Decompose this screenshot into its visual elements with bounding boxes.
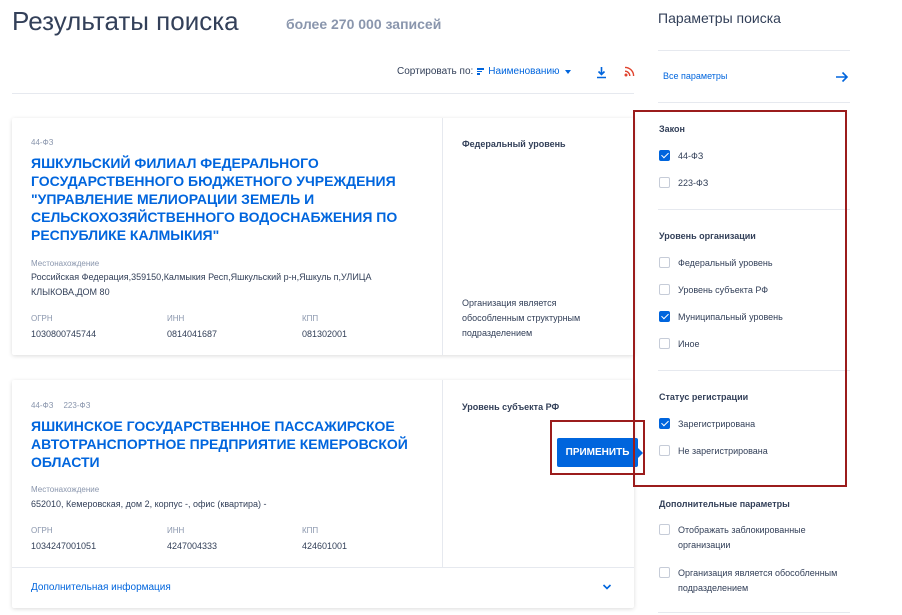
ogrn-label: ОГРН xyxy=(31,526,53,535)
divider xyxy=(12,93,634,94)
inn-label: ИНН xyxy=(167,526,185,535)
location-value: Российская Федерация,359150,Калмыкия Рес… xyxy=(31,272,372,297)
sort-control[interactable]: Сортировать по: Наименованию xyxy=(397,66,571,77)
rss-icon[interactable] xyxy=(624,66,635,77)
inn-value: 4247004333 xyxy=(167,541,218,551)
filter-option-show-blocked[interactable]: Отображать заблокированные организации xyxy=(659,523,838,553)
arrow-right-icon[interactable] xyxy=(835,71,849,83)
more-info-toggle[interactable]: Дополнительная информация xyxy=(12,567,634,608)
result-card: 44-ФЗ 223-ФЗ ЯШКИНСКОЕ ГОСУДАРСТВЕННОЕ П… xyxy=(12,380,634,608)
sort-value[interactable]: Наименованию xyxy=(488,66,559,77)
divider xyxy=(442,380,443,567)
kpp-label: КПП xyxy=(302,526,319,535)
checkbox[interactable] xyxy=(659,567,670,578)
checkbox-label: Организация является обособленным подраз… xyxy=(678,568,838,593)
location-value: 652010, Кемеровская, дом 2, корпус -, оф… xyxy=(31,499,267,509)
divider xyxy=(658,102,850,103)
kpp-value: 081302001 xyxy=(302,329,348,339)
kpp-value: 424601001 xyxy=(302,541,348,551)
divider xyxy=(658,612,850,613)
chevron-down-icon[interactable] xyxy=(602,582,612,592)
result-card: 44-ФЗ ЯШКУЛЬСКИЙ ФИЛИАЛ ФЕДЕРАЛЬНОГО ГОС… xyxy=(12,118,634,355)
law-tag: 223-ФЗ xyxy=(63,401,91,410)
organization-level: Уровень субъекта РФ xyxy=(462,402,560,412)
all-params-link[interactable]: Все параметры xyxy=(663,71,727,81)
download-icon[interactable] xyxy=(595,66,608,79)
organization-name-link[interactable]: ЯШКУЛЬСКИЙ ФИЛИАЛ ФЕДЕРАЛЬНОГО ГОСУДАРСТ… xyxy=(31,154,421,244)
filter-option-separate-division[interactable]: Организация является обособленным подраз… xyxy=(659,566,838,596)
more-info-link[interactable]: Дополнительная информация xyxy=(31,582,171,593)
caret-down-icon xyxy=(564,69,571,74)
organization-note: Организация является обособленным структ… xyxy=(462,298,581,338)
location-label: Местонахождение xyxy=(31,259,100,268)
inn-label: ИНН xyxy=(167,314,185,323)
ogrn-value: 1030800745744 xyxy=(31,329,97,339)
records-count: более 270 000 записей xyxy=(286,16,442,32)
kpp-label: КПП xyxy=(302,314,319,323)
law-tag: 44-ФЗ xyxy=(31,138,54,147)
checkbox[interactable] xyxy=(659,524,670,535)
filter-section-extra: Дополнительные параметры xyxy=(659,499,790,509)
divider xyxy=(658,50,850,51)
sort-lines-icon xyxy=(477,67,485,76)
highlight-box xyxy=(633,110,847,487)
ogrn-value: 1034247001051 xyxy=(31,541,97,551)
law-tags: 44-ФЗ 223-ФЗ xyxy=(31,401,90,410)
divider xyxy=(442,118,443,355)
ogrn-label: ОГРН xyxy=(31,314,53,323)
law-tags: 44-ФЗ xyxy=(31,138,53,147)
page-title: Результаты поиска xyxy=(12,6,239,36)
law-tag: 44-ФЗ xyxy=(31,401,54,410)
organization-name-link[interactable]: ЯШКИНСКОЕ ГОСУДАРСТВЕННОЕ ПАССАЖИРСКОЕ А… xyxy=(31,417,421,471)
organization-level: Федеральный уровень xyxy=(462,139,566,149)
sidebar-title: Параметры поиска xyxy=(658,10,781,26)
location-label: Местонахождение xyxy=(31,485,100,494)
sort-label: Сортировать по: xyxy=(397,66,474,77)
checkbox-label: Отображать заблокированные организации xyxy=(678,525,806,550)
highlight-box xyxy=(550,420,645,475)
inn-value: 0814041687 xyxy=(167,329,218,339)
